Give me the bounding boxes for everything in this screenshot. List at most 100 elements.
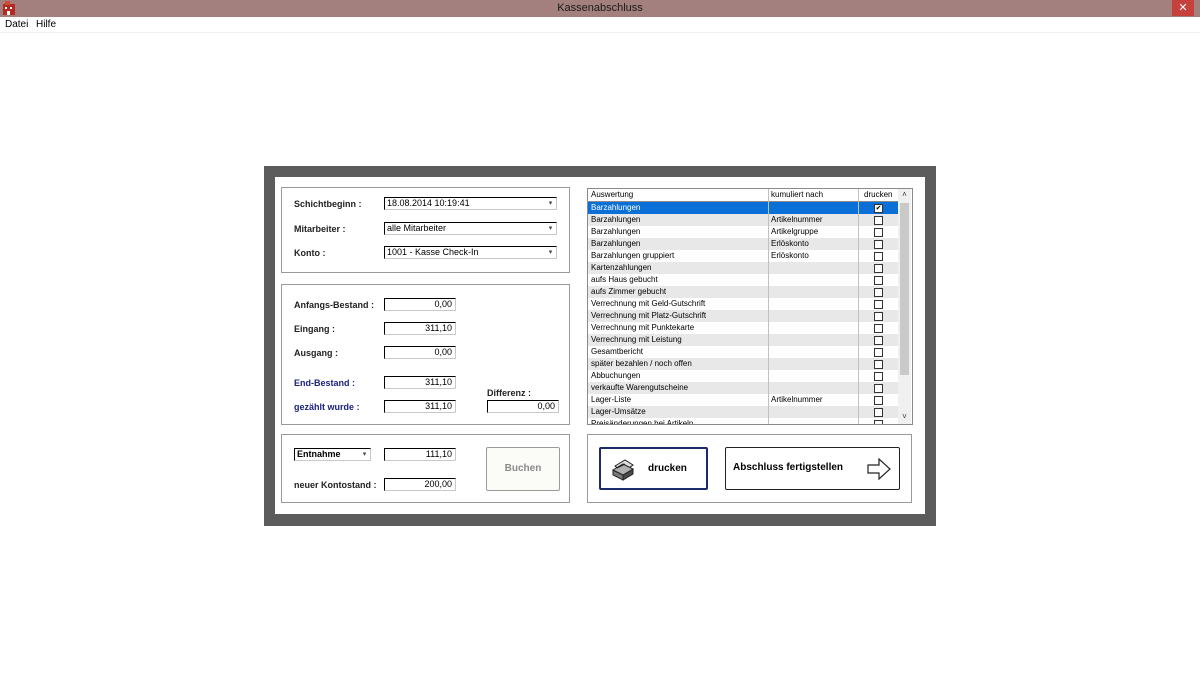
list-item[interactable]: später bezahlen / noch offen xyxy=(588,358,898,370)
list-item[interactable]: Barzahlungen Artikelnummer xyxy=(588,214,898,226)
abschluss-button[interactable]: Abschluss fertigstellen xyxy=(725,447,900,490)
list-item-kumuliert: Artikelnummer xyxy=(771,215,823,224)
list-item-name: später bezahlen / noch offen xyxy=(591,359,692,368)
print-checkbox[interactable] xyxy=(874,420,883,424)
list-item-kumuliert: Erlöskonto xyxy=(771,239,809,248)
ausgang-value: 0,00 xyxy=(434,347,452,357)
print-checkbox[interactable] xyxy=(874,252,883,261)
end-bestand-field[interactable]: 311,10 xyxy=(384,376,456,389)
drucken-button-label: drucken xyxy=(648,463,687,474)
print-checkbox[interactable] xyxy=(874,276,883,285)
list-item[interactable]: aufs Haus gebucht xyxy=(588,274,898,286)
list-item[interactable]: Barzahlungen Erlöskonto xyxy=(588,238,898,250)
scroll-up-icon[interactable]: ˄ xyxy=(898,189,911,201)
print-checkbox[interactable] xyxy=(874,360,883,369)
list-item[interactable]: Barzahlungen ✔ xyxy=(588,202,898,214)
eingang-field[interactable]: 311,10 xyxy=(384,322,456,335)
chevron-down-icon[interactable]: ▾ xyxy=(546,199,555,208)
mitarbeiter-dropdown[interactable]: alle Mitarbeiter ▾ xyxy=(384,222,557,235)
gezaehlt-field[interactable]: 311,10 xyxy=(384,400,456,413)
gezaehlt-label: gezählt wurde : xyxy=(294,402,360,412)
column-auswertung[interactable]: Auswertung xyxy=(591,190,633,199)
neuer-kontostand-field[interactable]: 200,00 xyxy=(384,478,456,491)
menu-datei[interactable]: Datei xyxy=(5,19,28,30)
list-item-name: Barzahlungen xyxy=(591,215,641,224)
end-bestand-label: End-Bestand : xyxy=(294,378,356,388)
close-button[interactable]: ✕ xyxy=(1172,0,1194,16)
list-item[interactable]: Barzahlungen gruppiert Erlöskonto xyxy=(588,250,898,262)
ausgang-label: Ausgang : xyxy=(294,348,338,358)
print-checkbox[interactable] xyxy=(874,408,883,417)
report-list[interactable]: Auswertung kumuliert nach drucken Barzah… xyxy=(587,188,913,425)
print-checkbox[interactable]: ✔ xyxy=(874,204,883,213)
booking-amount-field[interactable]: 111,10 xyxy=(384,448,456,461)
report-list-scrollbar[interactable]: ˄ ˅ xyxy=(898,189,911,424)
dialog-content: Schichtbeginn : 18.08.2014 10:19:41 ▾ Mi… xyxy=(275,177,925,514)
print-checkbox[interactable] xyxy=(874,228,883,237)
list-item[interactable]: aufs Zimmer gebucht xyxy=(588,286,898,298)
list-item[interactable]: verkaufte Warengutscheine xyxy=(588,382,898,394)
gezaehlt-value: 311,10 xyxy=(425,401,452,411)
list-item[interactable]: Abbuchungen xyxy=(588,370,898,382)
shift-group: Schichtbeginn : 18.08.2014 10:19:41 ▾ Mi… xyxy=(281,187,570,273)
print-checkbox[interactable] xyxy=(874,384,883,393)
column-kumuliert[interactable]: kumuliert nach xyxy=(771,190,823,199)
booking-type-value: Entnahme xyxy=(297,449,341,459)
neuer-kontostand-label: neuer Kontostand : xyxy=(294,480,377,490)
window-title: Kassenabschluss xyxy=(557,2,643,14)
buchen-button[interactable]: Buchen xyxy=(486,447,560,491)
booking-type-dropdown[interactable]: Entnahme ▾ xyxy=(294,448,371,461)
list-item[interactable]: Kartenzahlungen xyxy=(588,262,898,274)
chevron-down-icon[interactable]: ▾ xyxy=(546,248,555,257)
scroll-thumb[interactable] xyxy=(900,203,909,375)
chevron-down-icon[interactable]: ▾ xyxy=(360,450,369,459)
list-item[interactable]: Preisänderungen bei Artikeln xyxy=(588,418,898,425)
list-item-name: Barzahlungen xyxy=(591,227,641,236)
konto-dropdown[interactable]: 1001 - Kasse Check-In ▾ xyxy=(384,246,557,259)
print-checkbox[interactable] xyxy=(874,348,883,357)
end-bestand-value: 311,10 xyxy=(425,377,452,387)
list-item-kumuliert: Erlöskonto xyxy=(771,251,809,260)
schichtbeginn-dropdown[interactable]: 18.08.2014 10:19:41 ▾ xyxy=(384,197,557,210)
title-bar: Kassenabschluss ✕ xyxy=(0,0,1200,17)
list-item-name: Verrechnung mit Platz-Gutschrift xyxy=(591,311,707,320)
chevron-down-icon[interactable]: ▾ xyxy=(546,224,555,233)
anfangs-bestand-field[interactable]: 0,00 xyxy=(384,298,456,311)
print-checkbox[interactable] xyxy=(874,336,883,345)
list-item[interactable]: Gesamtbericht xyxy=(588,346,898,358)
list-item[interactable]: Lager-Umsätze xyxy=(588,406,898,418)
scroll-down-icon[interactable]: ˅ xyxy=(898,411,911,423)
ausgang-field[interactable]: 0,00 xyxy=(384,346,456,359)
list-item-name: Lager-Umsätze xyxy=(591,407,646,416)
differenz-field[interactable]: 0,00 xyxy=(487,400,559,413)
print-checkbox[interactable] xyxy=(874,312,883,321)
buchen-button-label: Buchen xyxy=(504,463,542,474)
close-icon: ✕ xyxy=(1178,2,1188,14)
print-checkbox[interactable] xyxy=(874,216,883,225)
list-item-name: Preisänderungen bei Artikeln xyxy=(591,419,694,425)
print-checkbox[interactable] xyxy=(874,372,883,381)
list-item[interactable]: Verrechnung mit Geld-Gutschrift xyxy=(588,298,898,310)
print-checkbox[interactable] xyxy=(874,240,883,249)
print-checkbox[interactable] xyxy=(874,300,883,309)
list-item[interactable]: Lager-Liste Artikelnummer xyxy=(588,394,898,406)
list-item[interactable]: Verrechnung mit Leistung xyxy=(588,334,898,346)
print-checkbox[interactable] xyxy=(874,324,883,333)
dialog-frame: Schichtbeginn : 18.08.2014 10:19:41 ▾ Mi… xyxy=(264,166,936,526)
list-item[interactable]: Verrechnung mit Platz-Gutschrift xyxy=(588,310,898,322)
column-drucken[interactable]: drucken xyxy=(864,190,892,199)
print-checkbox[interactable] xyxy=(874,288,883,297)
menu-hilfe[interactable]: Hilfe xyxy=(36,19,56,30)
list-item-name: Verrechnung mit Leistung xyxy=(591,335,682,344)
mitarbeiter-value: alle Mitarbeiter xyxy=(387,223,447,233)
drucken-button[interactable]: drucken xyxy=(599,447,708,490)
konto-value: 1001 - Kasse Check-In xyxy=(387,247,479,257)
list-item[interactable]: Barzahlungen Artikelgruppe xyxy=(588,226,898,238)
list-item[interactable]: Verrechnung mit Punktekarte xyxy=(588,322,898,334)
menu-bar: Datei Hilfe xyxy=(0,17,1200,33)
print-checkbox[interactable] xyxy=(874,396,883,405)
print-checkbox[interactable] xyxy=(874,264,883,273)
mitarbeiter-label: Mitarbeiter : xyxy=(294,224,346,234)
list-item-kumuliert: Artikelgruppe xyxy=(771,227,819,236)
eingang-label: Eingang : xyxy=(294,324,335,334)
